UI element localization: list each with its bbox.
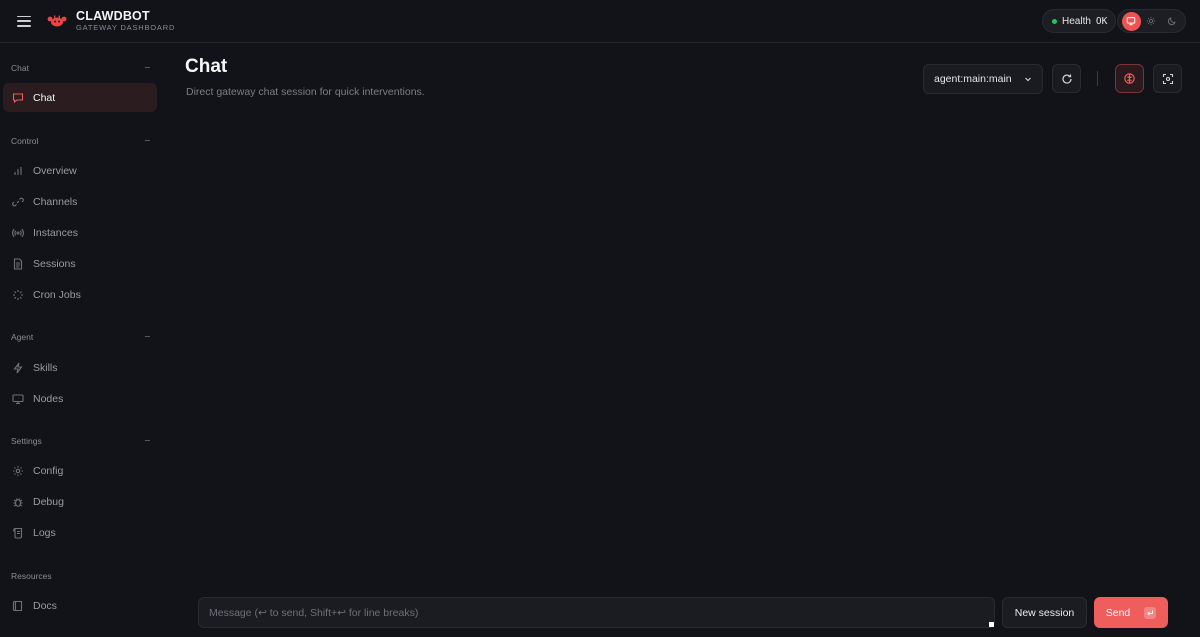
health-label: Health [1062, 15, 1091, 27]
app-name: CLAWDBOT [76, 9, 150, 23]
section-title-resources: Resources [11, 571, 52, 581]
lobster-logo-icon [47, 15, 67, 27]
moon-icon [1167, 17, 1176, 26]
sidebar-item-sessions[interactable]: Sessions [3, 249, 157, 278]
collapse-icon[interactable] [145, 336, 150, 337]
sidebar-item-overview[interactable]: Overview [3, 156, 157, 185]
new-session-button[interactable]: New session [1002, 597, 1087, 628]
section-title-settings: Settings [11, 436, 42, 446]
send-label: Send [1105, 606, 1131, 619]
send-button[interactable]: Send [1094, 597, 1168, 628]
theme-toggle [1117, 9, 1186, 33]
app-subtitle: GATEWAY DASHBOARD [76, 23, 176, 32]
sidebar-item-label: Nodes [33, 392, 64, 405]
sidebar-item-docs[interactable]: Docs [3, 591, 157, 620]
sidebar-item-skills[interactable]: Skills [3, 353, 157, 382]
session-select-value: agent:main:main [934, 73, 1012, 85]
section-title-agent: Agent [11, 332, 34, 342]
menu-icon[interactable] [17, 15, 31, 27]
sidebar-item-chat[interactable]: Chat [3, 83, 157, 112]
sidebar-item-label: Overview [33, 164, 77, 177]
sidebar-item-label: Chat [33, 91, 56, 104]
sidebar-item-channels[interactable]: Channels [3, 187, 157, 216]
monitor-icon [12, 393, 24, 404]
focus-mode-button[interactable] [1153, 64, 1182, 93]
message-input[interactable] [199, 598, 994, 627]
link-icon [12, 197, 24, 206]
theme-system-button[interactable] [1121, 11, 1141, 31]
sidebar-item-nodes[interactable]: Nodes [3, 384, 157, 413]
sidebar-item-label: Docs [33, 599, 57, 612]
sidebar-item-label: Config [33, 464, 64, 477]
focus-icon [1162, 73, 1173, 84]
refresh-icon [1061, 73, 1072, 84]
scroll-icon [13, 527, 23, 539]
message-input-container [198, 597, 995, 628]
new-session-label: New session [1014, 606, 1075, 619]
collapse-icon[interactable] [145, 140, 150, 141]
lightning-icon [13, 362, 23, 373]
sidebar-item-config[interactable]: Config [3, 456, 157, 485]
system-icon [1126, 17, 1136, 26]
resize-handle[interactable] [989, 622, 994, 627]
brain-icon [1124, 73, 1135, 84]
section-title-chat: Chat [11, 63, 29, 73]
thinking-toggle-button[interactable] [1115, 64, 1144, 93]
sun-icon [1147, 16, 1156, 26]
sidebar-item-label: Cron Jobs [33, 288, 81, 301]
health-dot-icon [1052, 18, 1057, 24]
collapse-icon[interactable] [145, 67, 150, 68]
sidebar: Chat Chat Control Overview Channels Inst… [0, 44, 165, 637]
sidebar-item-debug[interactable]: Debug [3, 487, 157, 516]
enter-key-icon [1144, 606, 1157, 619]
top-bar: CLAWDBOT GATEWAY DASHBOARD Health OK [0, 0, 1200, 43]
book-icon [12, 600, 23, 611]
health-status-pill: Health OK [1042, 9, 1117, 33]
sidebar-item-cron-jobs[interactable]: Cron Jobs [3, 280, 157, 309]
chat-bubble-icon [12, 92, 24, 103]
bug-icon [13, 497, 23, 507]
broadcast-icon [12, 228, 24, 237]
collapse-icon[interactable] [145, 440, 150, 441]
health-status: OK [1095, 15, 1108, 27]
session-select[interactable]: agent:main:main [923, 64, 1043, 94]
theme-light-button[interactable] [1142, 12, 1161, 31]
sidebar-item-label: Channels [33, 195, 78, 208]
section-title-control: Control [11, 136, 39, 146]
gear-icon [13, 465, 23, 476]
page-subtitle: Direct gateway chat session for quick in… [186, 86, 425, 98]
toolbar-divider [1097, 71, 1098, 86]
main-content: Chat Direct gateway chat session for qui… [165, 44, 1200, 637]
document-icon [13, 257, 23, 270]
sidebar-item-logs[interactable]: Logs [3, 518, 157, 547]
bar-chart-icon [14, 166, 22, 175]
brand: CLAWDBOT GATEWAY DASHBOARD [47, 9, 175, 33]
loader-icon [13, 289, 23, 300]
chevron-down-icon [1025, 77, 1031, 82]
sidebar-item-label: Skills [33, 361, 58, 374]
page-title: Chat [185, 56, 228, 77]
sidebar-item-instances[interactable]: Instances [3, 218, 157, 247]
sidebar-item-label: Sessions [33, 257, 76, 270]
sidebar-item-label: Logs [33, 526, 56, 539]
sidebar-item-label: Instances [33, 226, 78, 239]
refresh-button[interactable] [1052, 64, 1081, 93]
theme-dark-button[interactable] [1162, 12, 1181, 31]
sidebar-item-label: Debug [33, 495, 64, 508]
